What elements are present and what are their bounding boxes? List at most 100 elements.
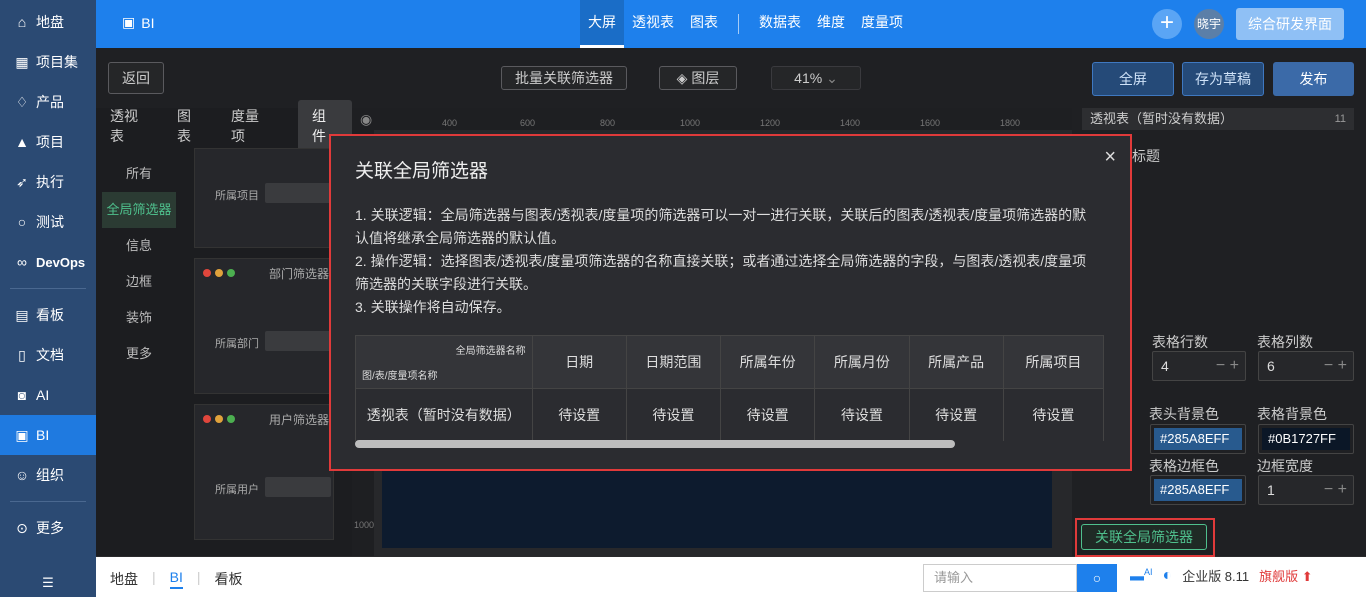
- table-header-row: 全局筛选器名称 图/表/度量项名称 日期 日期范围 所属年份 所属月份 所属产品 …: [355, 335, 1104, 389]
- sidebar-item-doc[interactable]: ▯ 文档: [0, 335, 96, 375]
- cell-setting[interactable]: 待设置: [720, 388, 816, 441]
- top-tabs: 大屏 透视表 图表 数据表 维度 度量项: [580, 0, 911, 48]
- component-panel: 透视表 图表 度量项 组件 所有 全局筛选器 信息 边框 装饰 更多 所属项目 …: [96, 100, 352, 556]
- robot-icon: ◙: [17, 387, 27, 403]
- minus-plus-icon[interactable]: − +: [1324, 352, 1347, 380]
- category-list: 所有 全局筛选器 信息 边框 装饰 更多: [102, 156, 176, 372]
- layer-button[interactable]: ◈ 图层: [659, 66, 737, 90]
- bottom-tab-home[interactable]: 地盘: [110, 569, 138, 589]
- sidebar-item-home[interactable]: ⌂ 地盘: [0, 2, 96, 42]
- back-button[interactable]: 返回: [108, 62, 164, 94]
- tab-dimension[interactable]: 维度: [809, 0, 853, 48]
- ai-chat-icon[interactable]: ▬AI: [1130, 567, 1153, 584]
- rows-stepper[interactable]: 4− +: [1152, 351, 1246, 381]
- doc-icon: ▯: [18, 346, 26, 363]
- minus-plus-icon[interactable]: − +: [1324, 476, 1347, 504]
- cell-setting[interactable]: 待设置: [531, 388, 627, 441]
- column-header: 所属年份: [720, 335, 816, 389]
- save-draft-button[interactable]: 存为草稿: [1182, 62, 1264, 96]
- category-global-filter[interactable]: 全局筛选器: [102, 192, 176, 228]
- component-tabs: 透视表 图表 度量项 组件: [96, 100, 352, 152]
- minus-plus-icon[interactable]: − +: [1216, 352, 1239, 380]
- sidebar-item-project[interactable]: ▲ 项目: [0, 122, 96, 162]
- bottom-tabs: 地盘 | BI | 看板: [110, 569, 243, 589]
- rd-interface-button[interactable]: 综合研发界面: [1236, 8, 1344, 40]
- tab-metric-components[interactable]: 度量项: [231, 106, 270, 146]
- close-icon[interactable]: ×: [1104, 146, 1116, 169]
- filter-card-project[interactable]: 所属项目: [194, 148, 334, 248]
- filter-card-user[interactable]: 用户筛选器 所属用户: [194, 404, 334, 540]
- infinity-icon: ∞: [17, 254, 27, 270]
- cell-setting[interactable]: 待设置: [625, 388, 722, 441]
- modal-description: 1. 关联逻辑：全局筛选器与图表/透视表/度量项的筛选器可以一对一进行关联，关联…: [355, 207, 1087, 315]
- tab-chart[interactable]: 图表: [682, 0, 726, 48]
- sidebar-item-more[interactable]: ⊙ 更多: [0, 508, 96, 548]
- topbar: ▣ BI 大屏 透视表 图表 数据表 维度 度量项 + 晓宇 综合研发界面: [96, 0, 1366, 48]
- cell-setting[interactable]: 待设置: [908, 388, 1004, 441]
- top-right: + 晓宇 综合研发界面: [1152, 8, 1344, 40]
- category-more[interactable]: 更多: [102, 336, 176, 372]
- zentao-logo-icon: ◐: [1162, 566, 1173, 584]
- bottom-tab-bi[interactable]: BI: [169, 569, 183, 589]
- category-info[interactable]: 信息: [102, 228, 176, 264]
- sidebar-item-product[interactable]: ♢ 产品: [0, 82, 96, 122]
- batch-associate-button[interactable]: 批量关联筛选器: [501, 66, 627, 90]
- sidebar-divider: [10, 501, 86, 502]
- border-color[interactable]: #285A8EFF: [1150, 475, 1246, 505]
- table-bg-color[interactable]: #0B1727FF: [1258, 424, 1354, 454]
- associate-global-filter-button[interactable]: 关联全局筛选器: [1081, 524, 1207, 550]
- component-select[interactable]: 透视表（暂时没有数据） 11: [1082, 108, 1354, 130]
- cell-setting[interactable]: 待设置: [1002, 388, 1104, 441]
- screen-preview[interactable]: [382, 468, 1052, 548]
- column-header: 所属月份: [814, 335, 910, 389]
- tab-screen[interactable]: 大屏: [580, 0, 624, 48]
- tab-datatable[interactable]: 数据表: [751, 0, 809, 48]
- tab-chart-components[interactable]: 图表: [177, 106, 203, 146]
- fullscreen-button[interactable]: 全屏: [1092, 62, 1174, 96]
- flagship-link[interactable]: 旗舰版 ⬆: [1259, 566, 1313, 585]
- category-all[interactable]: 所有: [102, 156, 176, 192]
- cell-setting[interactable]: 待设置: [814, 388, 910, 441]
- border-width-stepper[interactable]: 1− +: [1258, 475, 1354, 505]
- sidebar-item-execution[interactable]: ➶ 执行: [0, 162, 96, 202]
- editor-header: 返回 批量关联筛选器 ◈ 图层 41% ⌄ 全屏 存为草稿 发布: [96, 48, 1366, 108]
- menu-toggle-icon[interactable]: ☰: [0, 575, 96, 591]
- sidebar-item-program[interactable]: ▦ 项目集: [0, 42, 96, 82]
- home-icon: ⌂: [17, 14, 27, 30]
- sidebar-item-org[interactable]: ☺ 组织: [0, 455, 96, 495]
- search-button[interactable]: ○: [1077, 564, 1117, 592]
- tab-pivot[interactable]: 透视表: [624, 0, 682, 48]
- create-button[interactable]: +: [1152, 9, 1182, 39]
- bottom-tab-kanban[interactable]: 看板: [215, 569, 243, 589]
- sidebar-item-test[interactable]: ○ 测试: [0, 202, 96, 242]
- tab-pivot-components[interactable]: 透视表: [110, 106, 149, 146]
- search-input[interactable]: 请输入: [923, 564, 1077, 592]
- select-box: [265, 477, 331, 497]
- bottom-bar: 地盘 | BI | 看板 请输入 ○ ▬AI ◐ 企业版 8.11 旗舰版 ⬆: [96, 557, 1366, 597]
- sidebar-item-kanban[interactable]: ▤ 看板: [0, 295, 96, 335]
- zoom-select[interactable]: 41% ⌄: [771, 66, 861, 90]
- scrollbar-thumb[interactable]: [355, 440, 955, 448]
- tab-divider: [738, 14, 739, 34]
- column-header: 日期范围: [625, 335, 722, 389]
- sidebar-item-ai[interactable]: ◙ AI: [0, 375, 96, 415]
- sidebar: ⌂ 地盘 ▦ 项目集 ♢ 产品 ▲ 项目 ➶ 执行 ○ 测试 ∞ DevOps ▤ 看板 ▯ 文档…: [0, 0, 96, 597]
- avatar[interactable]: 晓宇: [1194, 9, 1224, 39]
- horizontal-scrollbar[interactable]: [355, 440, 1104, 448]
- sidebar-item-devops[interactable]: ∞ DevOps: [0, 242, 96, 282]
- row-name: 透视表（暂时没有数据）: [355, 388, 533, 441]
- divider: |: [152, 569, 156, 585]
- tab-metric[interactable]: 度量项: [853, 0, 911, 48]
- category-decoration[interactable]: 装饰: [102, 300, 176, 336]
- publish-button[interactable]: 发布: [1273, 62, 1354, 96]
- sidebar-item-bi[interactable]: ▣ BI: [0, 415, 96, 455]
- eye-icon[interactable]: ◉: [360, 111, 372, 128]
- head-bg-color[interactable]: #285A8EFF: [1150, 424, 1246, 454]
- window-dots: [203, 269, 235, 277]
- bi-icon: ▣: [122, 14, 136, 30]
- filter-card-dept[interactable]: 部门筛选器 所属部门: [194, 258, 334, 394]
- cols-stepper[interactable]: 6− +: [1258, 351, 1354, 381]
- column-header: 所属项目: [1002, 335, 1104, 389]
- associate-filter-modal: 关联全局筛选器 × 1. 关联逻辑：全局筛选器与图表/透视表/度量项的筛选器可以…: [331, 136, 1130, 469]
- category-border[interactable]: 边框: [102, 264, 176, 300]
